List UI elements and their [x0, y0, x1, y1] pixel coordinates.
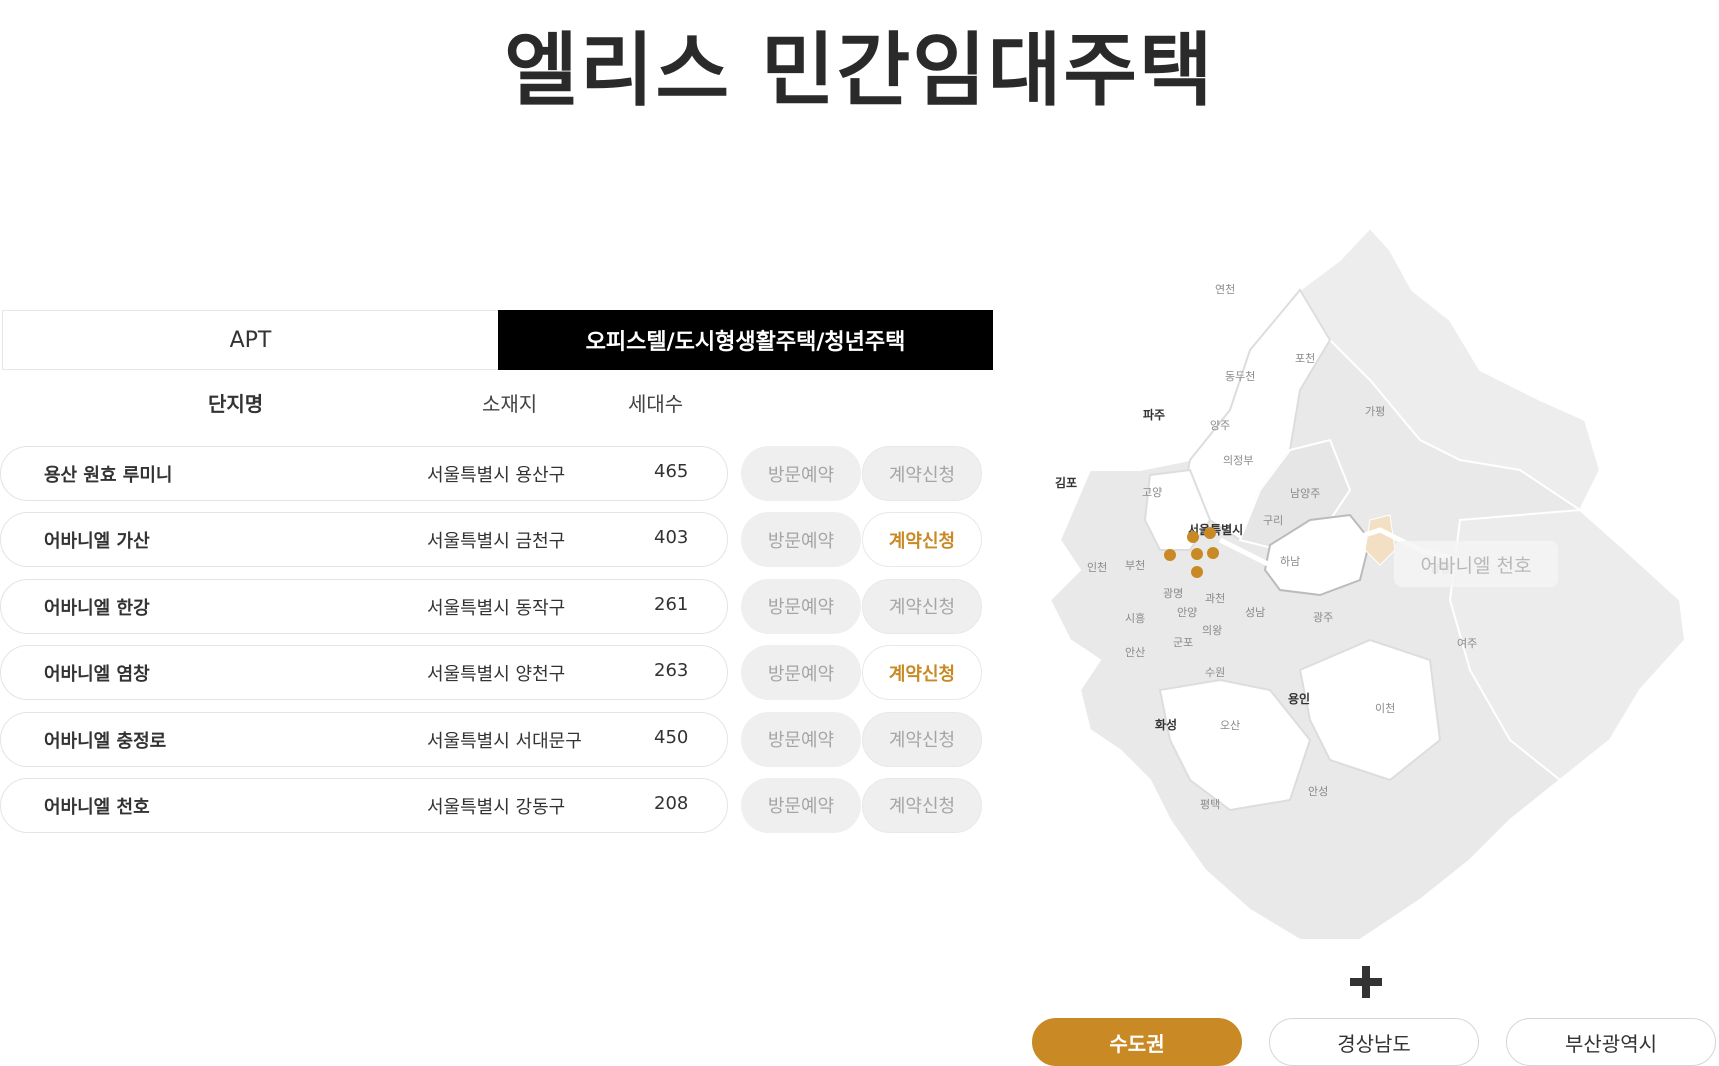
- svg-text:안성: 안성: [1308, 785, 1328, 798]
- svg-text:오산: 오산: [1220, 719, 1240, 732]
- page-title: 엘리스 민간임대주택: [504, 24, 1215, 117]
- header-name: 단지명: [208, 392, 264, 416]
- complex-name: 어바니엘 충정로: [44, 730, 167, 752]
- contract-apply-button[interactable]: 계약신청: [862, 578, 982, 634]
- header-units: 세대수: [628, 392, 684, 416]
- complex-name: 어바니엘 천호: [44, 796, 150, 818]
- svg-text:군포: 군포: [1173, 636, 1193, 649]
- map-marker: [1191, 548, 1203, 560]
- map-marker: [1207, 547, 1219, 559]
- svg-text:인천: 인천: [1087, 560, 1107, 574]
- svg-text:안산: 안산: [1125, 646, 1145, 659]
- svg-text:하남: 하남: [1280, 554, 1300, 568]
- svg-text:여주: 여주: [1457, 637, 1477, 650]
- svg-text:남양주: 남양주: [1290, 487, 1320, 500]
- contract-apply-button[interactable]: 계약신청: [862, 446, 982, 501]
- svg-text:연천: 연천: [1215, 282, 1235, 296]
- complex-location: 서울특별시 용산구: [427, 465, 566, 486]
- map-marker: [1191, 566, 1203, 578]
- region-map: 연천 포천 동두천 가평 파주 양주 의정부 김포 고양 남양주 구리 서울특별…: [1040, 220, 1700, 950]
- svg-text:광명: 광명: [1163, 587, 1183, 600]
- svg-text:가평: 가평: [1365, 405, 1385, 418]
- plus-icon[interactable]: [1350, 966, 1382, 998]
- table-row: 어바니엘 한강 서울특별시 동작구 261 방문예약 계약신청: [0, 578, 991, 634]
- complex-location: 서울특별시 양천구: [427, 664, 566, 686]
- table-row: 어바니엘 염창 서울특별시 양천구 263 방문예약 계약신청: [0, 645, 991, 701]
- complex-units: 261: [654, 593, 689, 615]
- region-button-busan[interactable]: 부산광역시: [1506, 1018, 1716, 1066]
- visit-reservation-button[interactable]: 방문예약: [741, 578, 861, 634]
- region-button-capital[interactable]: 수도권: [1032, 1018, 1242, 1066]
- tab-officetel[interactable]: 오피스텔/도시형생활주택/청년주택: [498, 310, 993, 370]
- tab-apt[interactable]: APT: [2, 310, 498, 370]
- complex-units: 465: [654, 461, 689, 482]
- complex-name: 용산 원효 루미니: [44, 465, 173, 486]
- table-row: 어바니엘 충정로 서울특별시 서대문구 450 방문예약 계약신청: [0, 711, 991, 767]
- complex-units: 208: [654, 792, 689, 814]
- svg-text:의정부: 의정부: [1223, 454, 1253, 467]
- housing-type-tabs: APT 오피스텔/도시형생활주택/청년주택: [2, 310, 993, 370]
- complex-list: 용산 원효 루미니 서울특별시 용산구 465 방문예약 계약신청 어바니엘 가…: [0, 446, 991, 844]
- contract-apply-button[interactable]: 계약신청: [862, 645, 982, 701]
- svg-text:동두천: 동두천: [1225, 369, 1255, 383]
- svg-text:광주: 광주: [1313, 611, 1333, 624]
- contract-apply-button[interactable]: 계약신청: [862, 512, 982, 568]
- svg-text:고양: 고양: [1142, 486, 1162, 499]
- table-header: 단지명 소재지 세대수: [0, 388, 991, 422]
- visit-reservation-button[interactable]: 방문예약: [741, 777, 861, 833]
- svg-text:김포: 김포: [1055, 475, 1077, 490]
- svg-text:안양: 안양: [1177, 606, 1197, 619]
- map-marker: [1204, 527, 1216, 539]
- complex-location: 서울특별시 서대문구: [427, 730, 582, 752]
- visit-reservation-button[interactable]: 방문예약: [741, 645, 861, 701]
- table-row: 용산 원효 루미니 서울특별시 용산구 465 방문예약 계약신청: [0, 446, 991, 501]
- svg-text:이천: 이천: [1375, 701, 1395, 715]
- svg-text:포천: 포천: [1295, 351, 1315, 365]
- complex-name: 어바니엘 가산: [44, 531, 150, 553]
- svg-text:의왕: 의왕: [1202, 624, 1222, 637]
- svg-text:구리: 구리: [1263, 514, 1283, 527]
- contract-apply-button[interactable]: 계약신청: [862, 711, 982, 767]
- svg-text:양주: 양주: [1210, 419, 1230, 432]
- complex-units: 403: [654, 527, 689, 549]
- complex-location: 서울특별시 동작구: [427, 597, 566, 619]
- complex-units: 450: [654, 726, 689, 748]
- region-button-gyeongnam[interactable]: 경상남도: [1269, 1018, 1479, 1066]
- complex-location: 서울특별시 강동구: [427, 796, 566, 818]
- map-tooltip: 어바니엘 천호: [1394, 541, 1558, 587]
- region-selector: 수도권 경상남도 부산광역시: [1028, 1018, 1718, 1066]
- map-marker: [1164, 549, 1176, 561]
- complex-units: 263: [654, 660, 689, 682]
- svg-text:용인: 용인: [1288, 691, 1310, 706]
- svg-text:시흥: 시흥: [1125, 611, 1145, 625]
- svg-text:성남: 성남: [1245, 606, 1265, 619]
- visit-reservation-button[interactable]: 방문예약: [741, 446, 861, 501]
- svg-text:평택: 평택: [1200, 798, 1220, 811]
- svg-text:화성: 화성: [1155, 717, 1177, 732]
- header-location: 소재지: [482, 392, 538, 416]
- contract-apply-button[interactable]: 계약신청: [862, 777, 982, 833]
- svg-text:부천: 부천: [1125, 558, 1145, 572]
- svg-text:파주: 파주: [1143, 407, 1165, 422]
- svg-text:수원: 수원: [1205, 666, 1225, 679]
- table-row: 어바니엘 가산 서울특별시 금천구 403 방문예약 계약신청: [0, 512, 991, 568]
- visit-reservation-button[interactable]: 방문예약: [741, 512, 861, 568]
- visit-reservation-button[interactable]: 방문예약: [741, 711, 861, 767]
- svg-text:과천: 과천: [1205, 591, 1225, 605]
- table-row: 어바니엘 천호 서울특별시 강동구 208 방문예약 계약신청: [0, 777, 991, 833]
- complex-location: 서울특별시 금천구: [427, 531, 566, 553]
- complex-name: 어바니엘 염창: [44, 664, 150, 686]
- map-marker: [1187, 531, 1199, 543]
- complex-name: 어바니엘 한강: [44, 597, 150, 619]
